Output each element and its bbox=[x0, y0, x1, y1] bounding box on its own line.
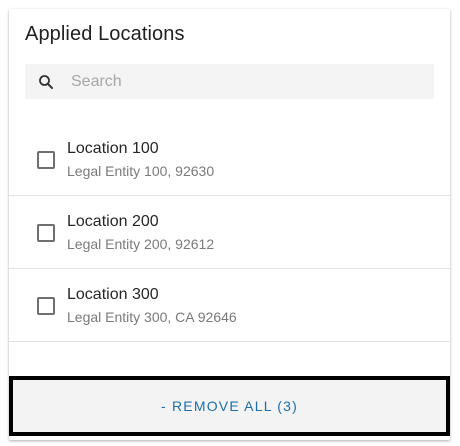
location-name: Location 100 bbox=[67, 140, 159, 157]
location-detail: Legal Entity 200, 92612 bbox=[67, 236, 215, 252]
applied-locations-panel: Applied Locations Location 100 Legal Ent… bbox=[9, 9, 450, 440]
search-box[interactable] bbox=[25, 64, 434, 99]
location-checkbox[interactable] bbox=[37, 297, 55, 315]
location-checkbox[interactable] bbox=[37, 224, 55, 242]
remove-all-button[interactable]: - REMOVE ALL (3) bbox=[9, 376, 450, 436]
location-checkbox[interactable] bbox=[37, 151, 55, 169]
remove-all-label: - REMOVE ALL (3) bbox=[161, 398, 298, 414]
location-name: Location 200 bbox=[67, 213, 159, 230]
location-name: Location 300 bbox=[67, 286, 159, 303]
locations-list: Location 100 Legal Entity 100, 92630 Loc… bbox=[9, 123, 450, 342]
location-detail: Legal Entity 300, CA 92646 bbox=[67, 309, 237, 325]
list-item[interactable]: Location 100 Legal Entity 100, 92630 bbox=[9, 123, 450, 196]
list-item[interactable]: Location 200 Legal Entity 200, 92612 bbox=[9, 196, 450, 269]
location-detail: Legal Entity 100, 92630 bbox=[67, 163, 215, 179]
list-item[interactable]: Location 300 Legal Entity 300, CA 92646 bbox=[9, 269, 450, 342]
search-icon bbox=[39, 75, 53, 89]
panel-title: Applied Locations bbox=[25, 23, 185, 45]
search-input[interactable] bbox=[71, 64, 421, 99]
